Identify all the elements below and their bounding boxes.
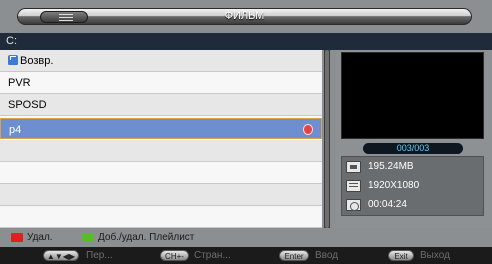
arrows-key-icon[interactable]: ▲▼◀▶	[43, 250, 79, 261]
enter-key-icon[interactable]: Enter	[279, 250, 309, 261]
enter-label: Ввод	[315, 250, 339, 261]
file-size-row: 195.24MB	[346, 159, 481, 175]
list-item-empty	[0, 140, 322, 162]
video-preview	[341, 52, 484, 139]
red-key-label: Удал.	[27, 232, 53, 243]
list-item-sposd[interactable]: SPOSD	[0, 94, 322, 116]
file-counter: 003/003	[363, 143, 463, 154]
file-size-icon	[346, 161, 361, 173]
scrollbar-thumb[interactable]	[325, 50, 329, 228]
page-title: ФИЛЬМ	[224, 10, 265, 22]
resolution-icon	[346, 180, 361, 192]
list-item-back[interactable]: Возвр.	[0, 50, 322, 72]
duration-row: 00:04:24	[346, 197, 481, 213]
red-key-icon	[11, 233, 23, 242]
resolution-value: 1920X1080	[368, 180, 420, 191]
green-key-label: Доб./удал. Плейлист	[98, 232, 195, 243]
green-key-icon	[82, 233, 94, 242]
duration-icon	[346, 199, 361, 211]
list-item-empty	[0, 184, 322, 206]
ch-key-icon[interactable]: CH+-	[160, 250, 189, 261]
color-key-hints: Удал. Доб./удал. Плейлист	[0, 229, 492, 246]
media-player-screen: ФИЛЬМ C: Возвр. PVR SPOSD p4 003/003 195…	[0, 0, 492, 264]
page-label: Стран...	[194, 250, 231, 261]
list-item-empty	[0, 162, 322, 184]
navigate-label: Пер...	[86, 250, 113, 261]
video-file-icon	[303, 124, 313, 135]
duration-value: 00:04:24	[368, 199, 407, 210]
current-path: C:	[0, 33, 492, 50]
file-info-box: 195.24MB 1920X1080 00:04:24	[341, 156, 484, 216]
file-size-value: 195.24MB	[368, 161, 414, 172]
remote-button-bar: ▲▼◀▶ Пер... CH+- Стран... Enter Ввод Exi…	[0, 247, 492, 264]
resolution-row: 1920X1080	[346, 178, 481, 194]
list-item-label: Возвр.	[20, 55, 54, 67]
file-list: Возвр. PVR SPOSD p4	[0, 50, 322, 228]
list-item-label: p4	[9, 124, 22, 136]
title-bar: ФИЛЬМ	[17, 8, 472, 25]
list-item-selected-file[interactable]: p4	[0, 118, 322, 139]
list-item-label: PVR	[8, 77, 31, 89]
list-item-pvr[interactable]: PVR	[0, 72, 322, 94]
list-item-empty	[0, 206, 322, 228]
exit-key-icon[interactable]: Exit	[388, 250, 414, 261]
list-item-label: SPOSD	[8, 99, 47, 111]
back-folder-icon	[8, 55, 18, 65]
exit-label: Выход	[420, 250, 450, 261]
